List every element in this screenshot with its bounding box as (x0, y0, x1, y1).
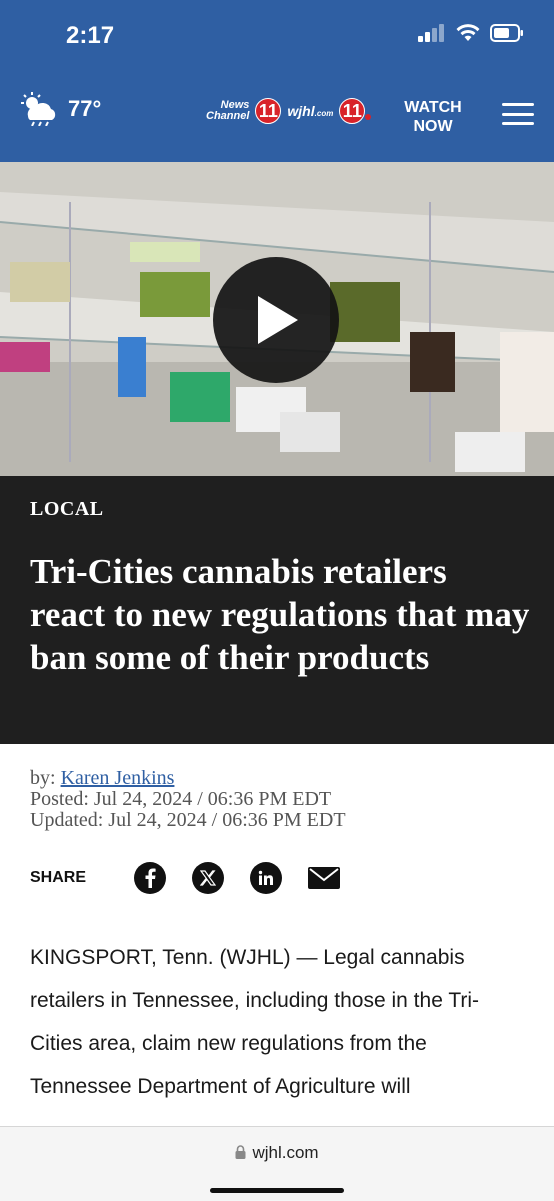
posted-date: Posted: Jul 24, 2024 / 06:36 PM EDT (30, 788, 332, 810)
share-bar: SHARE (30, 862, 366, 894)
live-dot (365, 114, 371, 120)
x-share-button[interactable] (192, 862, 224, 894)
wjhl-11-badge: 11 (339, 98, 366, 124)
author-link[interactable]: Karen Jenkins (61, 767, 175, 789)
linkedin-share-button[interactable] (250, 862, 282, 894)
by-label: by: (30, 767, 56, 789)
weather-widget[interactable]: 77° (18, 92, 101, 126)
temperature: 77° (68, 96, 102, 121)
logo-wjhl-text: wjhl (287, 103, 315, 119)
updated-date: Updated: Jul 24, 2024 / 06:36 PM EDT (30, 809, 346, 831)
site-logo[interactable]: News Channel 11 wjhl.com 11 (206, 98, 366, 124)
wjhl-wordmark: wjhl.com (287, 103, 333, 119)
watch-now-button[interactable]: WATCH NOW (397, 98, 469, 136)
watch-now-line2: NOW (413, 118, 453, 135)
battery-icon (490, 24, 523, 42)
watch-now-line1: WATCH (404, 99, 462, 116)
play-icon (258, 296, 298, 344)
browser-address-bar[interactable]: wjhl.com (0, 1126, 554, 1201)
wifi-icon (456, 24, 480, 41)
partly-cloudy-rain-icon (21, 92, 56, 126)
lock-icon (235, 1145, 246, 1159)
address-display[interactable]: wjhl.com (0, 1143, 554, 1163)
news-channel-wordmark: News Channel (206, 100, 249, 122)
logo-com-text: .com (314, 109, 334, 118)
logo-channel-text: Channel (206, 110, 250, 122)
x-logo-icon (200, 870, 216, 886)
section-label[interactable]: LOCAL (30, 498, 104, 521)
play-button[interactable] (213, 257, 339, 383)
status-icons (418, 24, 524, 42)
site-header: 77° News Channel 11 wjhl.com 11 WATCH NO… (0, 76, 554, 162)
url-text: wjhl.com (252, 1143, 319, 1162)
share-label: SHARE (30, 869, 87, 886)
top-bar: 2:17 77° News Channel 11 wjhl.com 11 WAT… (0, 0, 554, 162)
channel-11-badge: 11 (255, 98, 282, 124)
facebook-icon (145, 868, 156, 888)
video-thumbnail[interactable] (0, 162, 554, 476)
facebook-share-button[interactable] (134, 862, 166, 894)
hamburger-menu-icon[interactable] (502, 103, 534, 125)
article-title-block: LOCAL Tri-Cities cannabis retailers reac… (0, 476, 554, 744)
article-byline: by: Karen Jenkins Posted: Jul 24, 2024 /… (30, 768, 346, 831)
home-indicator[interactable] (210, 1188, 344, 1193)
linkedin-icon (258, 870, 273, 885)
status-time: 2:17 (66, 22, 115, 49)
article-headline: Tri-Cities cannabis retailers react to n… (30, 552, 530, 677)
envelope-icon (308, 867, 340, 889)
email-share-button[interactable] (308, 862, 340, 894)
cellular-signal-icon (418, 24, 444, 42)
article-body-paragraph: KINGSPORT, Tenn. (WJHL) — Legal cannabis… (30, 946, 480, 1098)
